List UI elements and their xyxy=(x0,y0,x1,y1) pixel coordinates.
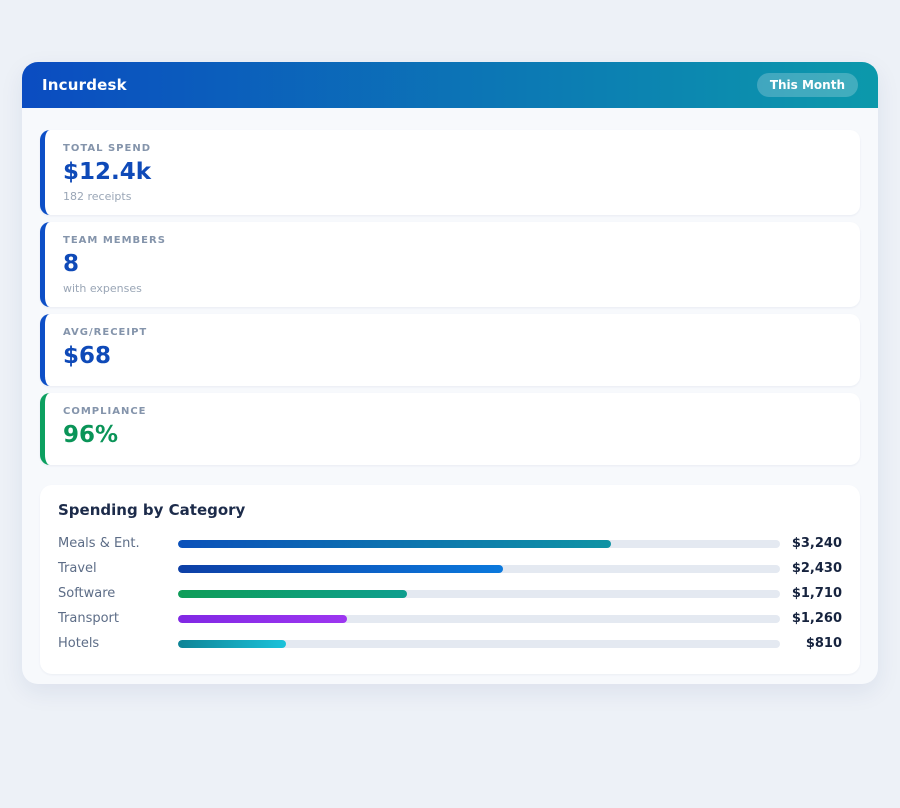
stat-subtitle: with expenses xyxy=(63,282,842,295)
stat-card-total-spend: TOTAL SPEND $12.4k 182 receipts xyxy=(40,130,860,215)
category-value: $1,260 xyxy=(780,611,842,626)
dashboard-panel: Incurdesk This Month TOTAL SPEND $12.4k … xyxy=(22,62,878,684)
bar-track xyxy=(178,540,780,548)
category-value: $1,710 xyxy=(780,586,842,601)
bar-track xyxy=(178,615,780,623)
category-row-meals: Meals & Ent. $3,240 xyxy=(58,531,842,556)
stat-card-team-members: TEAM MEMBERS 8 with expenses xyxy=(40,222,860,307)
category-label: Meals & Ent. xyxy=(58,536,178,551)
stat-subtitle: 182 receipts xyxy=(63,190,842,203)
spending-by-category-card: Spending by Category Meals & Ent. $3,240… xyxy=(40,485,860,674)
stats-section: TOTAL SPEND $12.4k 182 receipts TEAM MEM… xyxy=(40,130,860,465)
category-label: Transport xyxy=(58,611,178,626)
category-value: $2,430 xyxy=(780,561,842,576)
bar-fill xyxy=(178,640,286,648)
stat-value: $12.4k xyxy=(63,161,842,184)
category-row-hotels: Hotels $810 xyxy=(58,631,842,656)
panel-body: TOTAL SPEND $12.4k 182 receipts TEAM MEM… xyxy=(22,108,878,674)
app-header: Incurdesk This Month xyxy=(22,62,878,108)
stat-value: 96% xyxy=(63,424,842,447)
category-label: Hotels xyxy=(58,636,178,651)
bar-fill xyxy=(178,590,407,598)
chart-title: Spending by Category xyxy=(58,501,842,519)
bar-fill xyxy=(178,615,347,623)
category-value: $3,240 xyxy=(780,536,842,551)
stat-value: $68 xyxy=(63,345,842,368)
period-badge[interactable]: This Month xyxy=(757,73,858,97)
stat-card-compliance: COMPLIANCE 96% xyxy=(40,393,860,465)
category-value: $810 xyxy=(780,636,842,651)
stat-label: TEAM MEMBERS xyxy=(63,235,842,246)
stat-label: COMPLIANCE xyxy=(63,406,842,417)
category-label: Software xyxy=(58,586,178,601)
category-row-transport: Transport $1,260 xyxy=(58,606,842,631)
bar-track xyxy=(178,590,780,598)
bar-fill xyxy=(178,540,611,548)
category-row-travel: Travel $2,430 xyxy=(58,556,842,581)
bar-track xyxy=(178,640,780,648)
category-label: Travel xyxy=(58,561,178,576)
stat-label: AVG/RECEIPT xyxy=(63,327,842,338)
stat-value: 8 xyxy=(63,253,842,276)
bar-fill xyxy=(178,565,503,573)
bar-track xyxy=(178,565,780,573)
stat-card-avg-receipt: AVG/RECEIPT $68 xyxy=(40,314,860,386)
stat-label: TOTAL SPEND xyxy=(63,143,842,154)
app-title: Incurdesk xyxy=(42,76,127,94)
category-row-software: Software $1,710 xyxy=(58,581,842,606)
